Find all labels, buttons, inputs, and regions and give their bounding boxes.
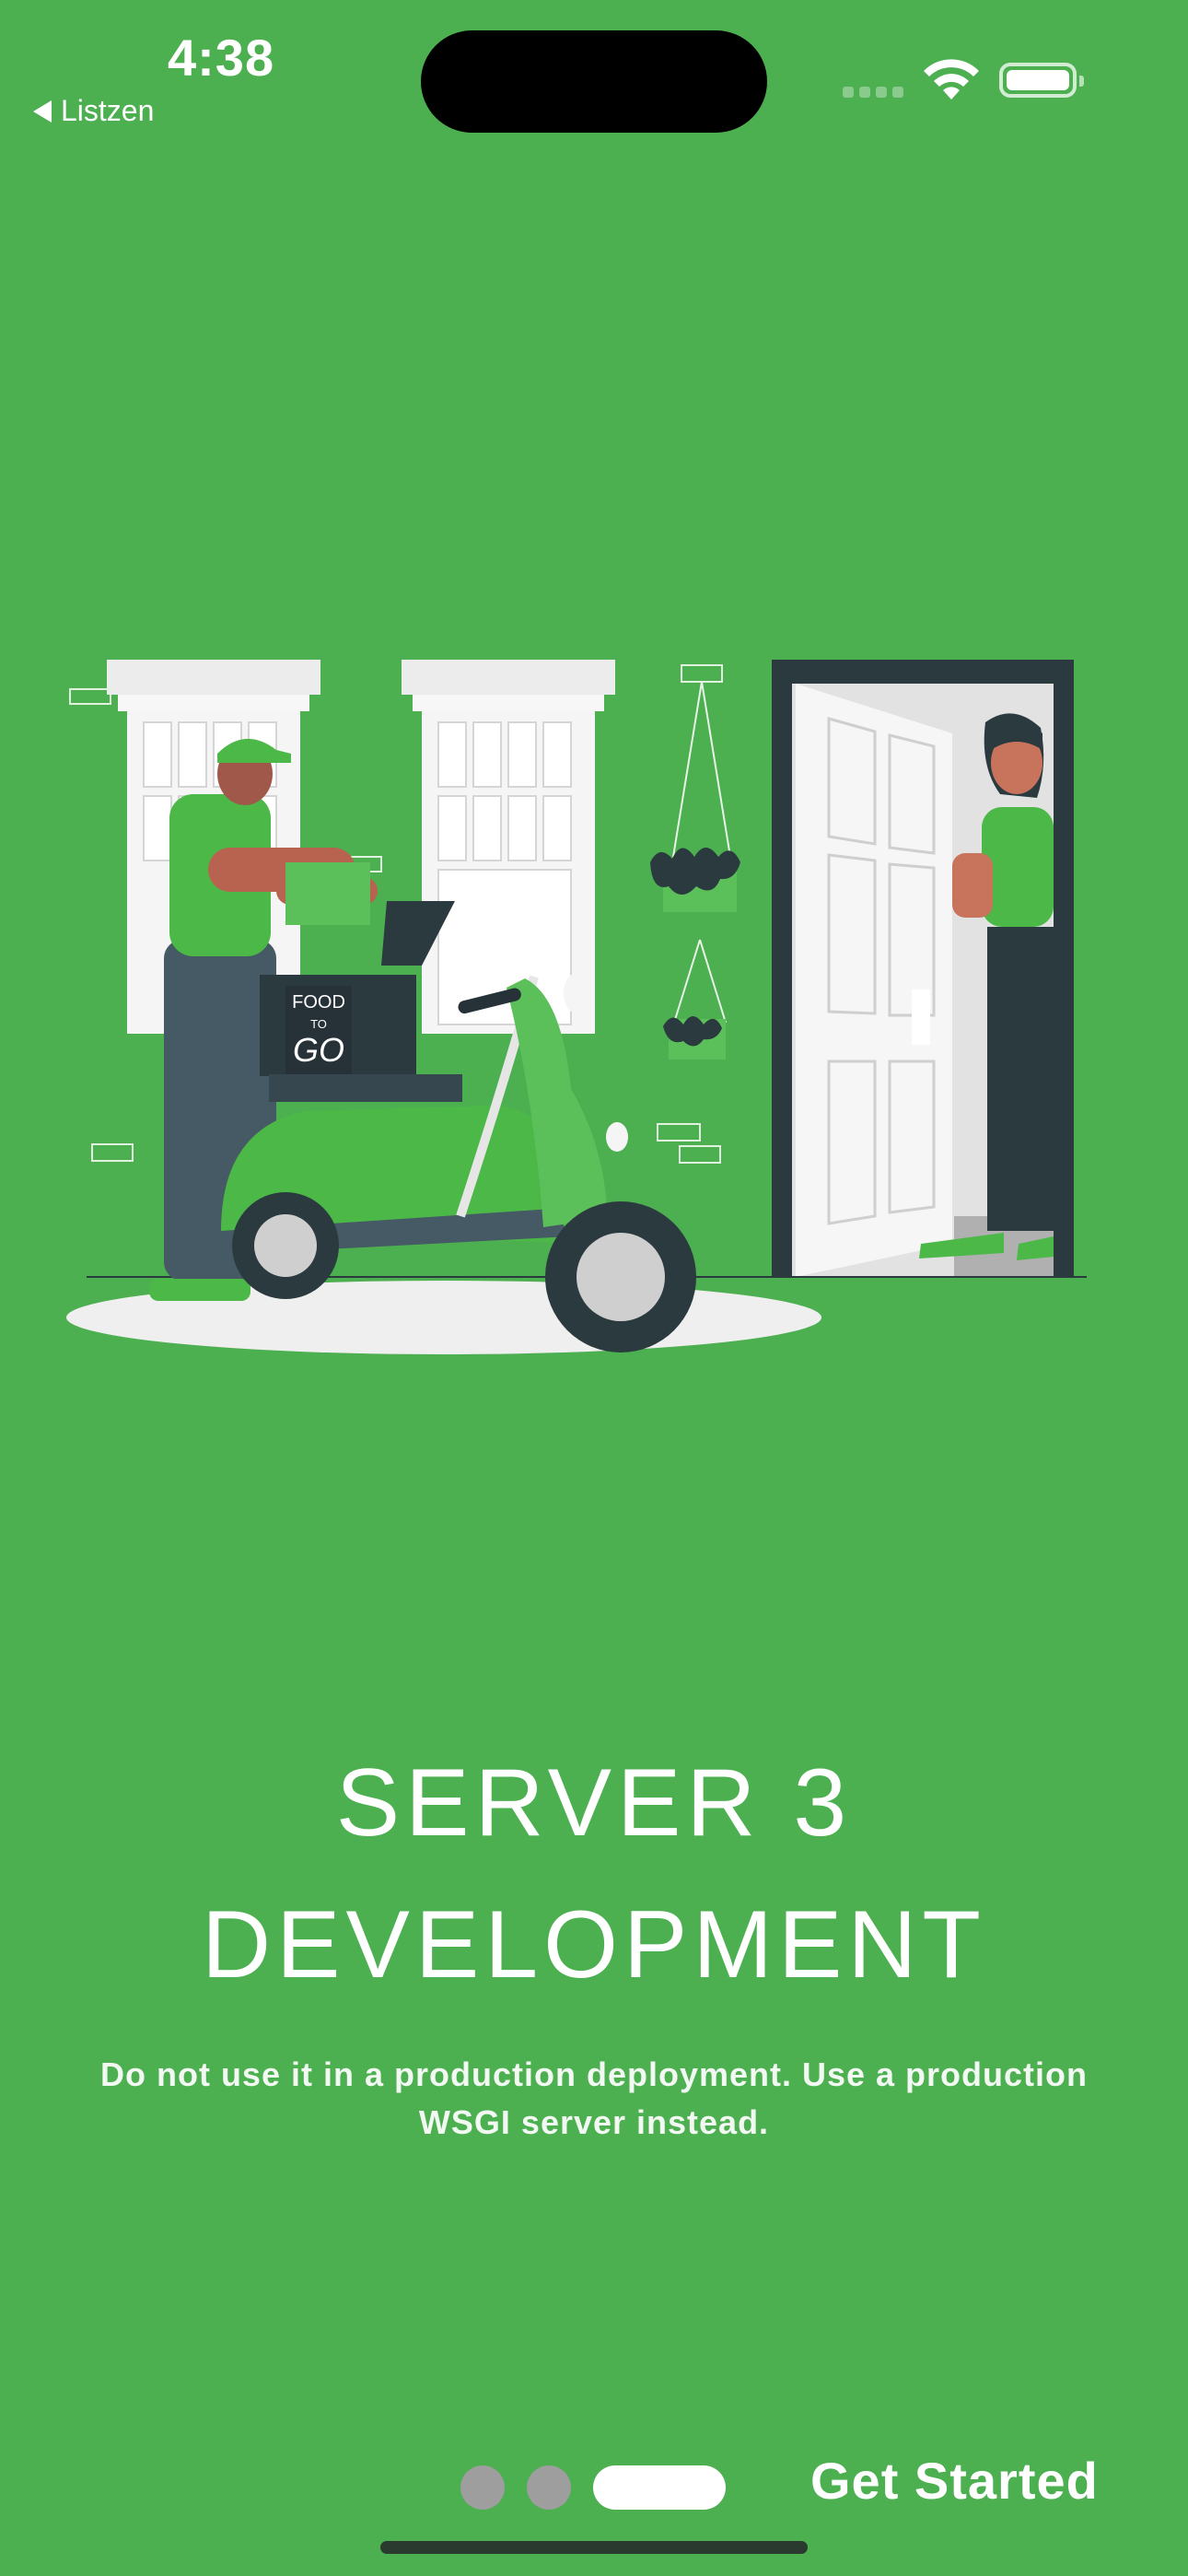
wifi-icon: [924, 59, 979, 100]
cellular-signal-icon: [843, 87, 903, 98]
title-line-2: DEVELOPMENT: [202, 1891, 986, 1998]
page-dot-3-active[interactable]: [593, 2465, 726, 2510]
hanging-plants: [650, 681, 740, 1060]
back-to-app-link[interactable]: Listzen: [33, 94, 154, 128]
battery-icon: [999, 63, 1084, 98]
page-indicator: [460, 2465, 726, 2510]
onboarding-title: SERVER 3 DEVELOPMENT: [0, 1732, 1188, 2016]
dynamic-island: [421, 30, 767, 133]
box-label-go: GO: [293, 1031, 344, 1069]
status-bar: 4:38 Listzen: [0, 0, 1188, 138]
box-label-food: FOOD: [292, 992, 345, 1013]
title-line-1: SERVER 3: [335, 1749, 853, 1856]
back-arrow-icon: [33, 100, 52, 123]
onboarding-description: Do not use it in a production deployment…: [99, 2055, 1089, 2141]
status-time: 4:38: [168, 29, 275, 87]
page-dot-2[interactable]: [527, 2465, 571, 2510]
page-dot-1[interactable]: [460, 2465, 505, 2510]
box-label-to: TO: [310, 1017, 327, 1031]
food-delivery-illustration: FOOD TO GO: [66, 660, 1087, 1354]
get-started-button[interactable]: Get Started: [810, 2451, 1099, 2511]
back-to-app-label: Listzen: [61, 94, 155, 127]
home-indicator[interactable]: [380, 2541, 808, 2554]
